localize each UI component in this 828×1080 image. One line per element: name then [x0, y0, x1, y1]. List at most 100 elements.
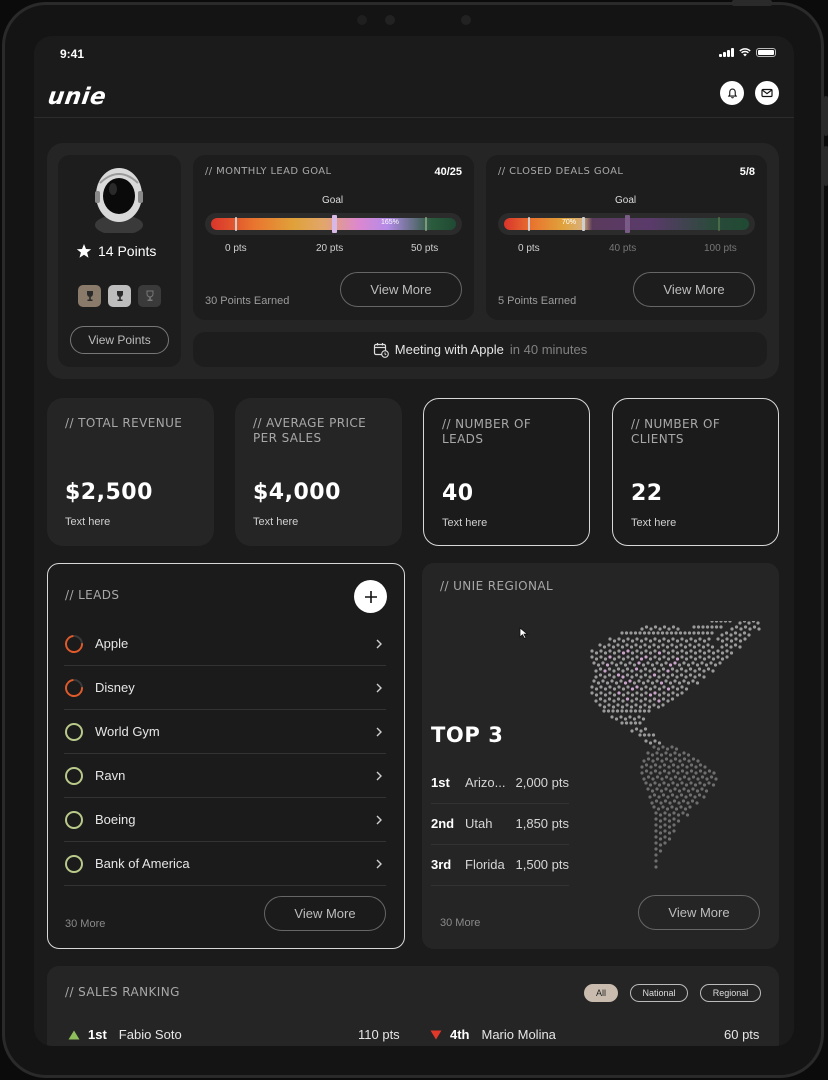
- app-header: unie: [34, 72, 794, 118]
- stat-card-average-price[interactable]: // AVERAGE PRICE PER SALES $4,000 Text h…: [235, 398, 402, 546]
- goal-title: // MONTHLY LEAD GOAL: [205, 166, 332, 177]
- chevron-right-icon: [376, 859, 382, 868]
- messages-button[interactable]: [755, 81, 779, 105]
- mail-icon: [761, 88, 773, 98]
- rep-name: Mario Molina: [481, 1027, 556, 1042]
- progress-ring-icon: [61, 674, 87, 701]
- regional-more: 30 More: [440, 917, 481, 929]
- cursor-icon: [519, 627, 529, 639]
- rep-name: Fabio Soto: [118, 1027, 182, 1042]
- stat-card-number-of-clients[interactable]: // NUMBER OF CLIENTS 22 Text here: [612, 398, 779, 546]
- gauge-goal-marker: [625, 215, 630, 233]
- ranking-row[interactable]: 1st Fabio Soto: [68, 1027, 182, 1042]
- status-ring-icon: [65, 854, 83, 873]
- top3-row[interactable]: 3rd Florida 1,500 pts: [431, 844, 569, 886]
- filter-regional[interactable]: Regional: [700, 984, 761, 1002]
- view-more-button[interactable]: View More: [633, 272, 755, 307]
- lead-row[interactable]: Bank of America: [64, 842, 386, 886]
- view-more-button[interactable]: View More: [638, 895, 760, 930]
- region-points: 1,850 pts: [515, 816, 570, 831]
- trophy-gold-icon[interactable]: [78, 285, 101, 307]
- astronaut-avatar: [95, 168, 143, 233]
- filter-national[interactable]: National: [630, 984, 688, 1002]
- stat-sub: Text here: [65, 516, 111, 528]
- chevron-right-icon: [376, 771, 382, 780]
- goal-count: 40/25: [434, 166, 462, 178]
- gauge-progress-marker: [582, 217, 585, 231]
- view-more-button[interactable]: View More: [340, 272, 462, 307]
- lead-name: Apple: [95, 636, 129, 651]
- region-name: Utah: [465, 816, 493, 831]
- lead-row[interactable]: World Gym: [64, 710, 386, 754]
- goal-title: // CLOSED DEALS GOAL: [498, 166, 624, 177]
- stat-value: $4,000: [253, 480, 341, 505]
- gauge-tick: [235, 217, 237, 231]
- trophy-locked-icon[interactable]: [138, 285, 161, 307]
- bell-icon: [727, 88, 737, 98]
- lead-row[interactable]: Apple: [61, 622, 386, 666]
- stat-value: 40: [442, 481, 474, 506]
- chevron-right-icon: [376, 683, 382, 692]
- region-rank: 1st: [431, 775, 450, 790]
- unie-logo[interactable]: unie: [46, 84, 108, 110]
- points-earned: 5 Points Earned: [498, 295, 577, 307]
- americas-dot-map[interactable]: [582, 621, 767, 891]
- stat-card-total-revenue[interactable]: // TOTAL REVENUE $2,500 Text here: [47, 398, 214, 546]
- camera: [385, 15, 395, 25]
- scale-mid: 40 pts: [609, 243, 637, 254]
- status-ring-icon: [65, 722, 83, 741]
- calendar-clock-icon: [373, 342, 389, 358]
- scale-min: 0 pts: [518, 243, 540, 254]
- lead-row[interactable]: Disney: [61, 666, 386, 710]
- top-button: [732, 0, 772, 6]
- volume-down-button: [824, 146, 828, 186]
- closed-deals-goal-card: // CLOSED DEALS GOAL 5/8 Goal 70% 0 pts …: [486, 155, 767, 320]
- add-lead-button[interactable]: [354, 580, 387, 613]
- meeting-reminder[interactable]: Meeting with Apple in 40 minutes: [193, 332, 767, 367]
- notifications-button[interactable]: [720, 81, 744, 105]
- gauge-tick: [718, 217, 720, 231]
- view-points-button[interactable]: View Points: [70, 326, 169, 354]
- trophy-silver-icon[interactable]: [108, 285, 131, 307]
- region-rank: 3rd: [431, 857, 452, 872]
- app-screen: 9:41 unie 14 Points View Points // MONTH…: [34, 36, 794, 1046]
- goal-marker-label: Goal: [615, 195, 637, 206]
- points-display: 14 Points: [76, 243, 156, 259]
- progress-ring-icon: [61, 630, 87, 657]
- stat-value: $2,500: [65, 480, 153, 505]
- stat-title: // AVERAGE PRICE PER SALES: [253, 416, 367, 445]
- scale-max: 50 pts: [411, 243, 439, 254]
- ranking-row[interactable]: 4th Mario Molina: [430, 1027, 556, 1042]
- closed-deals-gauge: 70%: [498, 213, 755, 235]
- chevron-right-icon: [376, 639, 382, 648]
- gauge-tick: [425, 217, 427, 231]
- stat-card-number-of-leads[interactable]: // NUMBER OF LEADS 40 Text here: [423, 398, 590, 546]
- battery-icon: [756, 48, 776, 57]
- regional-card: // UNIE REGIONAL TOP 3 1st Arizo... 2,000 …: [422, 563, 779, 949]
- rank: 4th: [450, 1027, 470, 1042]
- chevron-right-icon: [376, 815, 382, 824]
- leads-card: // LEADS Apple Disney World Gym Ravn Boeing B…: [47, 563, 405, 949]
- trend-down-icon: [430, 1030, 442, 1039]
- status-time: 9:41: [60, 47, 85, 61]
- status-ring-icon: [65, 810, 83, 829]
- sensor: [357, 15, 367, 25]
- gauge-tick: [528, 217, 530, 231]
- stat-title: // TOTAL REVENUE: [65, 416, 183, 430]
- filter-all[interactable]: All: [584, 984, 618, 1002]
- chevron-right-icon: [376, 727, 382, 736]
- star-icon: [76, 244, 92, 258]
- points-label: 14 Points: [98, 243, 157, 259]
- volume-up-button: [824, 96, 828, 136]
- region-name: Florida: [465, 857, 505, 872]
- lead-name: Boeing: [95, 812, 136, 827]
- stat-title: // NUMBER OF CLIENTS: [631, 417, 721, 446]
- status-bar: 9:41: [34, 36, 794, 72]
- stat-value: 22: [631, 481, 663, 506]
- view-more-button[interactable]: View More: [264, 896, 386, 931]
- lead-row[interactable]: Ravn: [64, 754, 386, 798]
- points-earned: 30 Points Earned: [205, 295, 290, 307]
- top3-row[interactable]: 1st Arizo... 2,000 pts: [431, 762, 569, 804]
- lead-row[interactable]: Boeing: [64, 798, 386, 842]
- top3-row[interactable]: 2nd Utah 1,850 pts: [431, 803, 569, 845]
